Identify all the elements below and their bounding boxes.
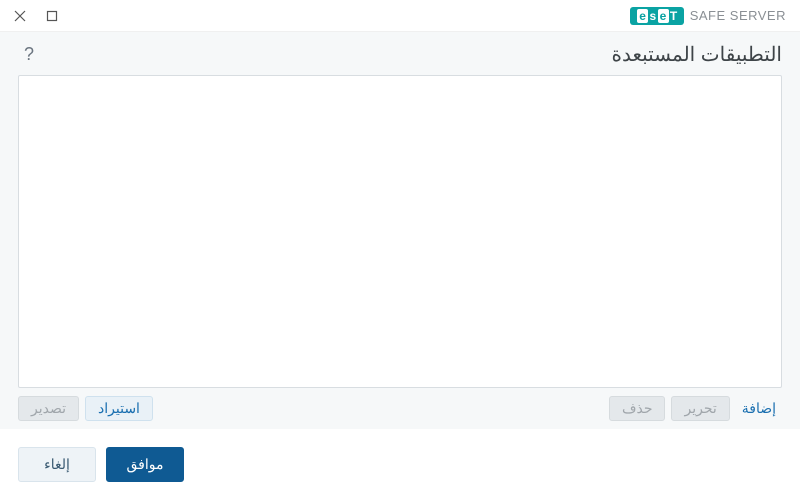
close-button[interactable] [6,4,34,28]
edit-button: تحرير [671,396,729,421]
brand-logo: eseT [630,7,683,25]
io-actions: استيراد تصدير [18,396,153,421]
page-title: التطبيقات المستبعدة [611,42,782,67]
dialog-header: التطبيقات المستبعدة ? [0,32,800,75]
close-icon [14,10,26,22]
help-button[interactable]: ? [18,44,40,66]
export-button: تصدير [18,396,79,421]
add-button[interactable]: إضافة [736,396,782,421]
main-content: إضافة تحرير حذف استيراد تصدير [0,75,800,429]
window-controls [6,4,66,28]
ok-button[interactable]: موافق [106,447,184,482]
brand: eseT SAFE SERVER [630,7,794,25]
cancel-button[interactable]: إلغاء [18,447,96,482]
import-button[interactable]: استيراد [85,396,153,421]
brand-product: SAFE SERVER [690,8,786,23]
dialog-footer: موافق إلغاء [0,429,800,500]
primary-actions: إضافة تحرير حذف [609,396,782,421]
maximize-button[interactable] [38,4,66,28]
titlebar: eseT SAFE SERVER [0,0,800,32]
help-icon: ? [24,44,34,65]
list-actions: إضافة تحرير حذف استيراد تصدير [18,396,782,421]
excluded-apps-listbox[interactable] [18,75,782,388]
maximize-icon [46,10,58,22]
delete-button: حذف [609,396,666,421]
